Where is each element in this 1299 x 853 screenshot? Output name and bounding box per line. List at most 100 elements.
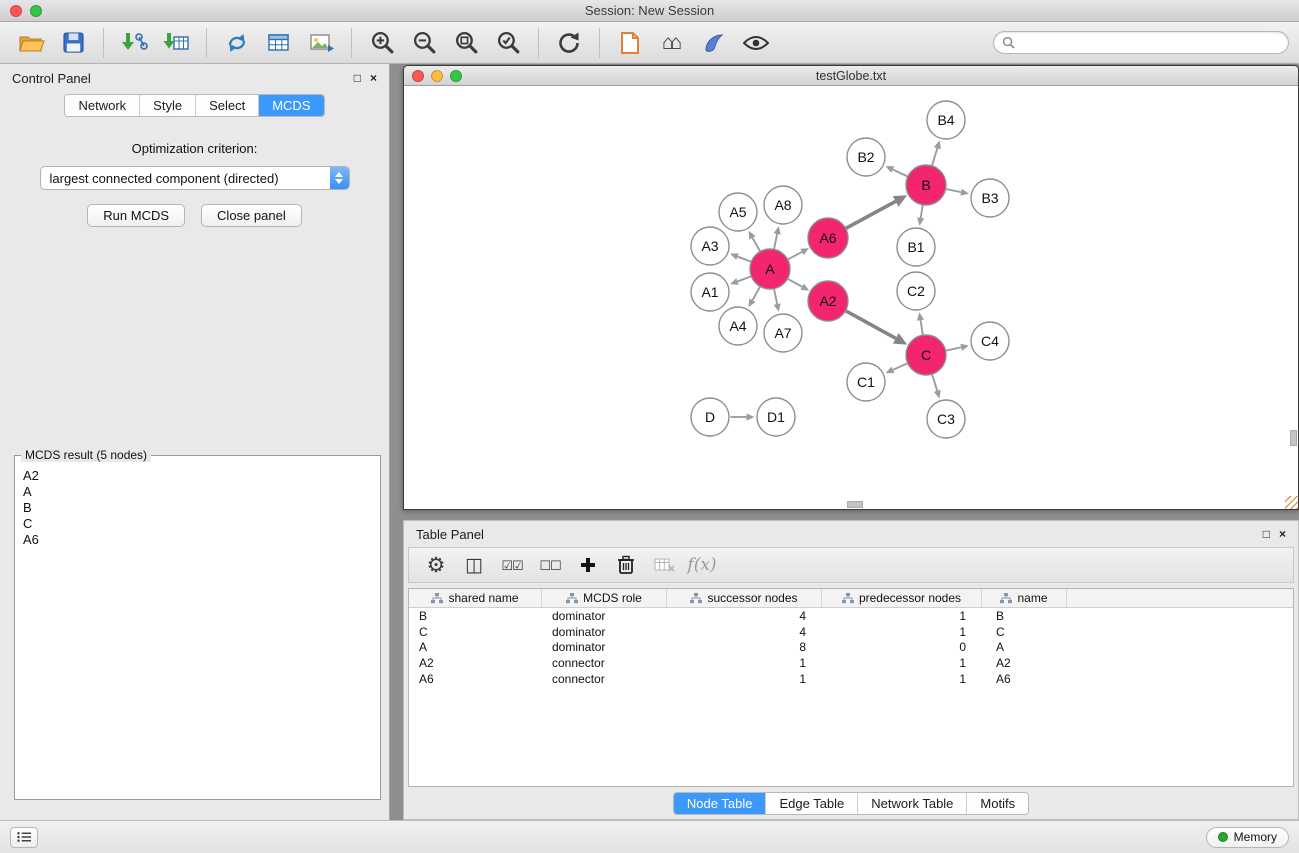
vertical-scrollbar-thumb[interactable] [1290,430,1297,446]
task-history-button[interactable] [10,827,38,848]
memory-button[interactable]: Memory [1206,827,1289,848]
table-row[interactable]: Bdominator41B [409,608,1293,624]
column-header-shared-name[interactable]: shared name [409,589,542,607]
graph-node-A2[interactable]: A2 [808,281,848,321]
graph-node-A[interactable]: A [750,249,790,289]
graph-node-A4[interactable]: A4 [719,307,757,345]
create-column-button[interactable] [573,550,603,580]
resize-grip-icon[interactable] [1285,496,1298,509]
graph-node-D1[interactable]: D1 [757,398,795,436]
search-input[interactable] [1020,36,1280,50]
graph-node-A1[interactable]: A1 [691,273,729,311]
function-builder-button[interactable]: f(x) [687,550,717,580]
network-canvas[interactable]: B4B2BB3A5A8A6A3B1AA1C2A2A4A7C4CC1C3DD1 [404,86,1298,509]
zoom-in-button[interactable] [361,26,403,60]
column-header-predecessor-nodes[interactable]: predecessor nodes [822,589,982,607]
graph-edge-A-A2[interactable] [788,279,802,287]
delete-table-button[interactable] [649,550,679,580]
table-row[interactable]: Adominator80A [409,640,1293,656]
graph-node-A5[interactable]: A5 [719,193,757,231]
search-box[interactable] [993,31,1289,54]
graph-node-C1[interactable]: C1 [847,363,885,401]
float-panel-icon[interactable]: □ [1263,528,1270,540]
network-close-button[interactable] [412,70,424,82]
graph-edge-C-C3[interactable] [932,375,937,391]
refresh-layout-button[interactable] [548,26,590,60]
mcds-result-item[interactable]: C [23,516,372,532]
graph-node-C4[interactable]: C4 [971,322,1009,360]
network-zoom-button[interactable] [450,70,462,82]
graph-node-A3[interactable]: A3 [691,227,729,265]
tab-network[interactable]: Network [65,95,140,116]
select-all-columns-button[interactable]: ☑☑ [497,550,527,580]
graph-edge-B-B2[interactable] [893,169,908,176]
tab-mcds[interactable]: MCDS [259,95,323,116]
tab-node-table[interactable]: Node Table [674,793,767,814]
style-button[interactable] [693,26,735,60]
open-session-button[interactable] [10,26,52,60]
table-row[interactable]: Cdominator41C [409,624,1293,640]
network-window-titlebar[interactable]: testGlobe.txt [404,66,1298,86]
graph-edge-C-C1[interactable] [893,363,907,369]
graph-node-A8[interactable]: A8 [764,186,802,224]
tab-network-table[interactable]: Network Table [858,793,967,814]
graph-node-D[interactable]: D [691,398,729,436]
column-header-name[interactable]: name [982,589,1067,607]
graph-edge-A-A7[interactable] [774,289,777,304]
float-panel-icon[interactable]: □ [354,72,361,84]
mcds-result-item[interactable]: B [23,500,372,516]
graph-node-B3[interactable]: B3 [971,179,1009,217]
graph-edge-A-A5[interactable] [752,238,760,251]
table-row[interactable]: A6connector11A6 [409,671,1293,687]
graph-node-C[interactable]: C [906,335,946,375]
import-table-button[interactable] [155,26,197,60]
graph-node-B4[interactable]: B4 [927,101,965,139]
home-button[interactable]: ⌂⌂ [651,26,693,60]
new-network-button[interactable] [216,26,258,60]
network-graph[interactable]: B4B2BB3A5A8A6A3B1AA1C2A2A4A7C4CC1C3DD1 [404,86,1298,509]
import-network-button[interactable] [113,26,155,60]
zoom-fit-button[interactable] [445,26,487,60]
graph-edge-A-A3[interactable] [738,257,751,262]
open-recent-button[interactable] [609,26,651,60]
optimization-criterion-select[interactable]: largest connected component (directed) [40,166,350,190]
export-image-button[interactable] [300,26,342,60]
graph-node-B[interactable]: B [906,165,946,205]
graph-edge-A6-B[interactable] [846,201,896,228]
zoom-out-button[interactable] [403,26,445,60]
graph-edge-A-A1[interactable] [738,276,751,281]
graph-edge-C-C4[interactable] [946,347,961,350]
zoom-window-button[interactable] [30,5,42,17]
tab-select[interactable]: Select [196,95,259,116]
graph-edge-C-C2[interactable] [921,320,923,335]
close-window-button[interactable] [10,5,22,17]
graph-edge-A2-C[interactable] [846,311,896,338]
graph-edge-B-B4[interactable] [932,148,937,165]
mcds-result-item[interactable]: A6 [23,532,372,548]
column-header-successor-nodes[interactable]: successor nodes [667,589,822,607]
mcds-result-item[interactable]: A [23,484,372,500]
graph-node-B1[interactable]: B1 [897,228,935,266]
show-graphics-details-button[interactable] [735,26,777,60]
horizontal-scrollbar-thumb[interactable] [847,501,863,508]
graph-node-A7[interactable]: A7 [764,314,802,352]
run-mcds-button[interactable]: Run MCDS [87,204,185,227]
graph-edge-B-B1[interactable] [921,205,923,218]
graph-node-C3[interactable]: C3 [927,400,965,438]
close-panel-icon[interactable]: × [370,72,377,84]
tab-style[interactable]: Style [140,95,196,116]
network-minimize-button[interactable] [431,70,443,82]
save-session-button[interactable] [52,26,94,60]
delete-column-button[interactable] [611,550,641,580]
close-panel-icon[interactable]: × [1279,528,1286,540]
zoom-selected-button[interactable] [487,26,529,60]
graph-edge-A-A8[interactable] [774,234,777,249]
graph-node-A6[interactable]: A6 [808,218,848,258]
new-table-button[interactable] [258,26,300,60]
unselect-all-columns-button[interactable]: ☐☐ [535,550,565,580]
graph-node-B2[interactable]: B2 [847,138,885,176]
graph-edge-A-A6[interactable] [788,252,802,259]
mcds-result-item[interactable]: A2 [23,468,372,484]
graph-edge-A-A4[interactable] [752,287,760,300]
table-settings-button[interactable]: ⚙ [421,550,451,580]
